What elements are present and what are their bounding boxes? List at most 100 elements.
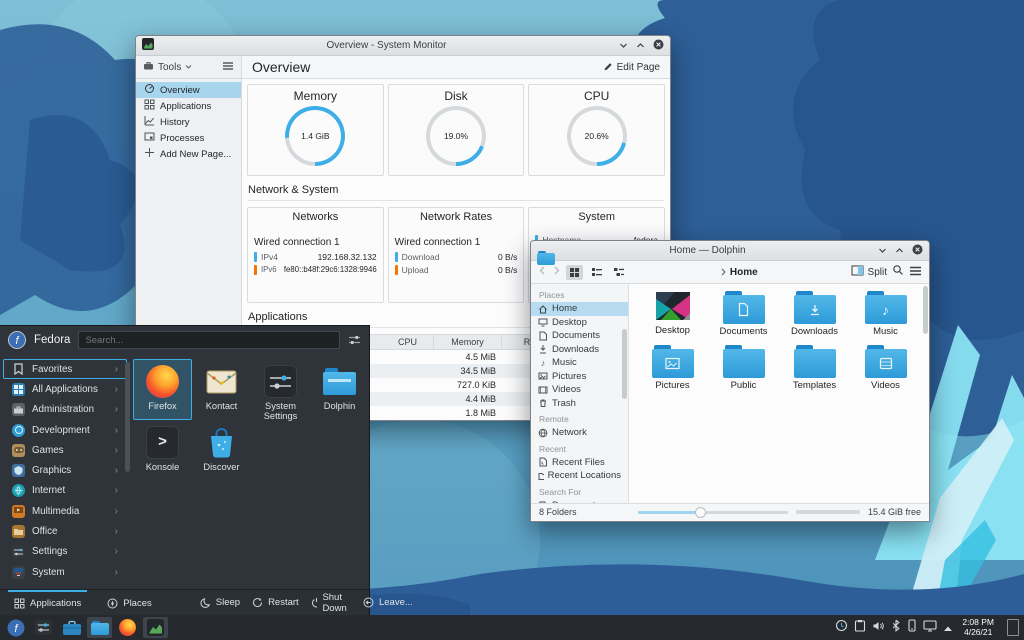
category-graphics[interactable]: Graphics › (3, 460, 127, 480)
pinned-system-settings[interactable] (31, 617, 56, 638)
zoom-slider-handle[interactable] (694, 506, 706, 518)
forward-icon[interactable] (552, 266, 561, 278)
place-videos[interactable]: Videos (531, 383, 628, 397)
category-favorites[interactable]: Favorites › (3, 359, 127, 380)
categories-scrollbar[interactable] (125, 362, 130, 472)
tab-applications[interactable]: Applications (8, 590, 88, 615)
folder-documents[interactable]: Documents (708, 291, 779, 337)
category-multimedia[interactable]: Multimedia › (3, 501, 127, 521)
hamburger-menu-icon[interactable] (909, 263, 922, 281)
video-icon (538, 386, 548, 394)
close-icon[interactable] (653, 37, 664, 55)
details-view-button[interactable] (610, 265, 627, 280)
clock-date: 4/26/21 (963, 626, 993, 637)
sidebar-item-history[interactable]: History (136, 114, 241, 130)
folder-music[interactable]: ♪ Music (850, 291, 921, 337)
bluetooth-icon[interactable] (891, 619, 901, 637)
category-development[interactable]: Development › (3, 420, 127, 440)
tools-menu[interactable]: Tools (158, 62, 181, 73)
folder-desktop[interactable]: Desktop (637, 291, 708, 337)
category-internet[interactable]: Internet › (3, 481, 127, 501)
status-clock-icon[interactable] (835, 619, 848, 637)
app-firefox[interactable]: Firefox (133, 359, 192, 420)
desktop-wallpaper-icon (655, 292, 690, 320)
pinned-toolbox[interactable] (59, 617, 84, 638)
tab-places[interactable]: Places (101, 590, 158, 615)
maximize-icon[interactable] (895, 242, 904, 260)
device-notifier-icon[interactable] (907, 618, 917, 637)
zoom-slider[interactable] (637, 506, 788, 518)
sleep-button[interactable]: Sleep (194, 597, 246, 608)
category-games[interactable]: Games › (3, 440, 127, 460)
multimedia-icon (12, 504, 25, 518)
kontact-icon (205, 365, 238, 398)
restart-button[interactable]: Restart (246, 597, 305, 608)
folder-public[interactable]: Public (708, 345, 779, 391)
sidebar-item-processes[interactable]: Processes (136, 130, 241, 146)
search-for-header: Search For (539, 486, 582, 497)
back-icon[interactable] (538, 266, 547, 278)
category-all-applications[interactable]: All Applications › (3, 379, 127, 399)
volume-icon[interactable] (872, 619, 885, 637)
category-system[interactable]: System › (3, 562, 127, 582)
place-recent-locations[interactable]: Recent Locations (531, 469, 628, 483)
place-trash[interactable]: Trash (531, 397, 628, 411)
folder-view-scrollbar[interactable] (923, 286, 928, 334)
maximize-icon[interactable] (636, 37, 645, 55)
search-icon[interactable] (892, 263, 904, 281)
place-home[interactable]: Home (531, 302, 628, 316)
system-monitor-titlebar[interactable]: Overview - System Monitor (136, 36, 670, 56)
hamburger-menu-icon[interactable] (222, 61, 234, 74)
category-office[interactable]: Office › (3, 521, 127, 541)
app-kontact[interactable]: Kontact (192, 359, 251, 420)
leave-button[interactable]: Leave... (357, 597, 419, 608)
task-system-monitor[interactable] (143, 617, 168, 638)
app-dolphin[interactable]: Dolphin (310, 359, 369, 420)
search-input[interactable] (78, 331, 340, 349)
category-administration[interactable]: Administration › (3, 400, 127, 420)
edit-page-button[interactable]: Edit Page (603, 61, 660, 74)
minimize-icon[interactable] (878, 242, 887, 260)
system-icon (12, 565, 25, 579)
leave-icon (363, 597, 374, 608)
place-downloads[interactable]: Downloads (531, 343, 628, 357)
search-documents[interactable]: Documents (531, 499, 628, 503)
app-discover[interactable]: Discover (192, 420, 251, 481)
place-recent-files[interactable]: Recent Files (531, 456, 628, 470)
minimize-icon[interactable] (619, 37, 628, 55)
place-documents[interactable]: Documents (531, 329, 628, 343)
close-icon[interactable] (912, 242, 923, 260)
tray-expand-icon[interactable] (943, 619, 953, 637)
category-settings[interactable]: Settings › (3, 542, 127, 562)
sidebar-item-overview[interactable]: Overview (136, 82, 241, 98)
folder-videos[interactable]: Videos (850, 345, 921, 391)
task-dolphin[interactable] (87, 617, 112, 638)
shutdown-button[interactable]: Shut Down (305, 592, 357, 614)
folder-templates[interactable]: Templates (779, 345, 850, 391)
places-scrollbar[interactable] (622, 329, 627, 399)
compact-view-button[interactable] (588, 265, 605, 280)
place-pictures[interactable]: Pictures (531, 370, 628, 384)
sidebar-item-applications[interactable]: Applications (136, 98, 241, 114)
pinned-firefox[interactable] (115, 617, 140, 638)
administration-icon (12, 403, 25, 417)
folder-pictures[interactable]: Pictures (637, 345, 708, 391)
app-system-settings[interactable]: System Settings (251, 359, 310, 421)
folder-downloads[interactable]: Downloads (779, 291, 850, 337)
dolphin-titlebar[interactable]: Home — Dolphin (531, 241, 929, 265)
sidebar-item-add-new-page[interactable]: Add New Page... (136, 146, 241, 162)
place-desktop[interactable]: Desktop (531, 316, 628, 330)
digital-clock[interactable]: 2:08 PM 4/26/21 (962, 617, 994, 638)
display-icon[interactable] (923, 619, 937, 637)
split-button[interactable]: Split (851, 265, 887, 279)
app-konsole[interactable]: > Konsole (133, 420, 192, 481)
launcher-button[interactable]: f (3, 617, 28, 638)
configure-icon[interactable] (348, 334, 361, 346)
breadcrumb[interactable]: Home (632, 267, 846, 278)
clipboard-icon[interactable] (854, 619, 866, 637)
place-music[interactable]: ♪ Music (531, 356, 628, 370)
development-icon (12, 423, 25, 437)
icons-view-button[interactable] (566, 264, 583, 280)
show-desktop-button[interactable] (1007, 619, 1019, 636)
place-network[interactable]: Network (531, 426, 628, 440)
